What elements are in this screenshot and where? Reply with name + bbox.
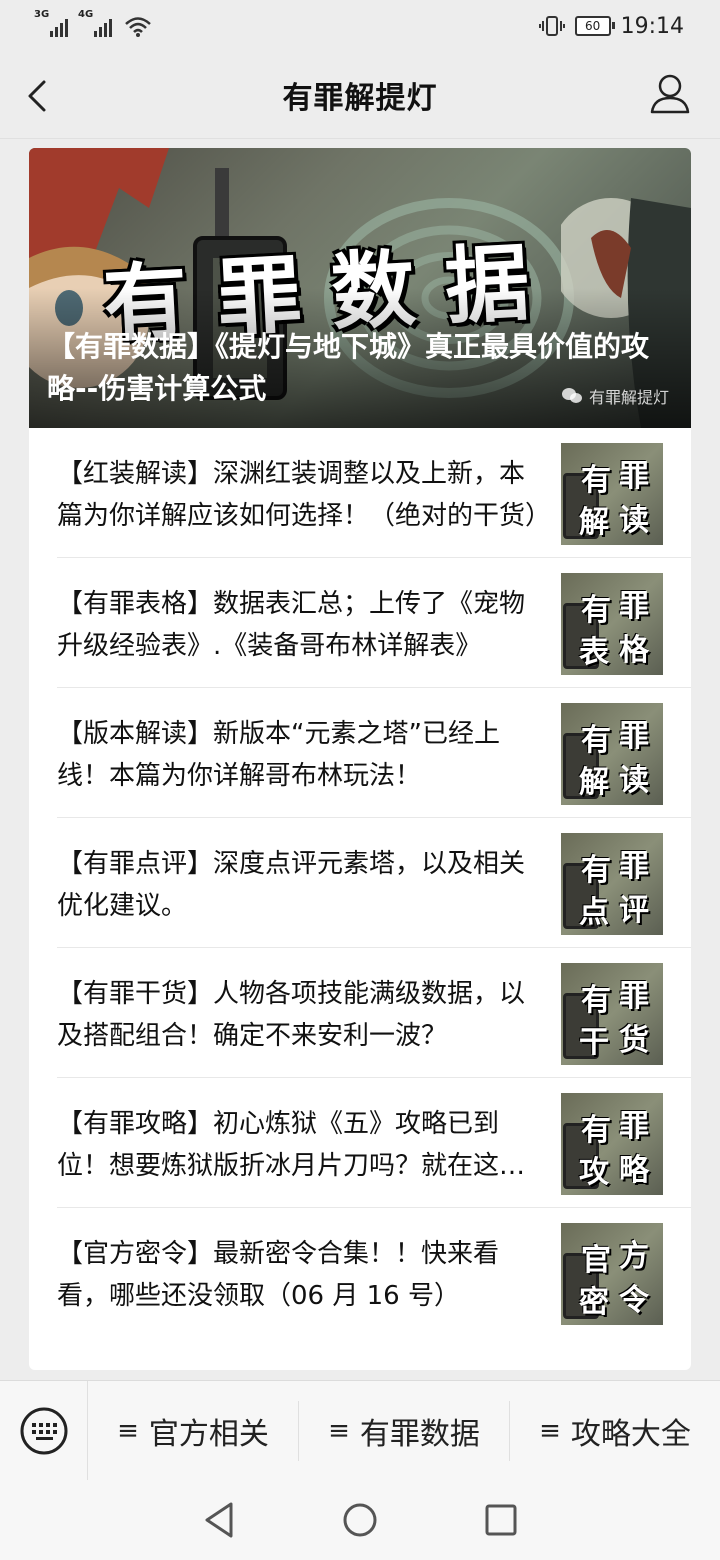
article-list: 【红装解读】深渊红装调整以及上新，本篇为你详解应该如何选择！（绝对的干货） 有 … xyxy=(29,428,691,1338)
thumb-char: 评 xyxy=(619,893,649,928)
menu-list-icon: ≡ xyxy=(117,1416,139,1446)
thumb-char: 方 xyxy=(619,1239,649,1274)
featured-article[interactable]: 有罪数据 【有罪数据】《提灯与地下城》真正最具价值的攻略--伤害计算公式 有罪解… xyxy=(29,148,691,428)
back-arrow-icon[interactable] xyxy=(22,74,62,118)
thumb-char: 有 xyxy=(581,1113,611,1148)
watermark-text: 有罪解提灯 xyxy=(588,388,669,407)
article-title: 【有罪攻略】初心炼狱《五》攻略已到位！想要炼狱版折冰月片刀吗？就在这里！ xyxy=(57,1108,500,1181)
thumb-char: 读 xyxy=(619,763,649,798)
signal-4g-icon: 4G xyxy=(78,9,112,37)
wifi-icon xyxy=(125,17,151,37)
article-item[interactable]: 【版本解读】新版本“元素之塔”已经上线！本篇为你详解哥布林玩法！ 有 罪 解 读 xyxy=(57,688,691,818)
keyboard-toggle[interactable] xyxy=(0,1381,88,1481)
thumb-char: 读 xyxy=(619,503,649,538)
thumb-char: 解 xyxy=(579,505,609,540)
bottom-menu: ≡ 官方相关 ≡ 有罪数据 ≡ 攻略大全 xyxy=(0,1380,720,1481)
article-item[interactable]: 【有罪点评】深度点评元素塔，以及相关优化建议。 有 罪 点 评 xyxy=(57,818,691,948)
menu-list-icon: ≡ xyxy=(539,1416,561,1446)
article-thumbnail: 有 罪 解 读 xyxy=(561,703,663,805)
thumb-char: 罪 xyxy=(619,589,649,624)
thumb-char: 货 xyxy=(619,1023,649,1058)
menu-list-icon: ≡ xyxy=(328,1416,350,1446)
profile-icon[interactable] xyxy=(648,72,692,116)
signal-4g-label: 4G xyxy=(78,9,94,20)
menu-official[interactable]: ≡ 官方相关 xyxy=(88,1401,299,1461)
thumb-char: 解 xyxy=(579,765,609,800)
signal-3g-icon: 3G xyxy=(34,9,68,37)
thumb-char: 罪 xyxy=(619,459,649,494)
menu-guides[interactable]: ≡ 攻略大全 xyxy=(510,1401,720,1461)
thumb-char: 点 xyxy=(579,895,609,930)
thumb-char: 密 xyxy=(579,1285,609,1320)
status-bar: 3G 4G 60 19:14 xyxy=(0,0,720,52)
signal-group: 3G 4G xyxy=(34,9,152,37)
menu-data[interactable]: ≡ 有罪数据 xyxy=(299,1401,510,1461)
menu-label: 官方相关 xyxy=(148,1417,269,1452)
thumb-char: 罪 xyxy=(619,979,649,1014)
clock: 19:14 xyxy=(620,13,684,39)
battery-icon: 60 xyxy=(574,16,615,36)
nav-back-icon[interactable] xyxy=(201,1500,237,1540)
article-card: 有罪数据 【有罪数据】《提灯与地下城》真正最具价值的攻略--伤害计算公式 有罪解… xyxy=(29,148,691,1370)
article-item[interactable]: 【有罪攻略】初心炼狱《五》攻略已到位！想要炼狱版折冰月片刀吗？就在这里！ 有 罪… xyxy=(57,1078,691,1208)
nav-home-icon[interactable] xyxy=(340,1500,380,1540)
thumb-char: 有 xyxy=(581,593,611,628)
thumb-char: 略 xyxy=(619,1153,649,1188)
article-thumbnail: 有 罪 表 格 xyxy=(561,573,663,675)
thumb-char: 有 xyxy=(581,723,611,758)
nav-header: 有罪解提灯 xyxy=(0,52,720,139)
thumb-char: 有 xyxy=(581,853,611,888)
thumb-char: 干 xyxy=(579,1025,609,1060)
system-nav-bar xyxy=(0,1480,720,1560)
nav-recents-icon[interactable] xyxy=(483,1502,519,1538)
article-item[interactable]: 【官方密令】最新密令合集！！快来看看，哪些还没领取（06 月 16 号） 官 方… xyxy=(57,1208,691,1338)
article-thumbnail: 有 罪 解 读 xyxy=(561,443,663,545)
keyboard-icon xyxy=(20,1407,67,1455)
thumb-char: 攻 xyxy=(579,1155,609,1190)
article-title: 【版本解读】新版本“元素之塔”已经上线！本篇为你详解哥布林玩法！ xyxy=(57,718,500,791)
thumb-char: 表 xyxy=(579,635,609,670)
thumb-char: 罪 xyxy=(619,719,649,754)
article-title: 【有罪表格】数据表汇总；上传了《宠物升级经验表》.《装备哥布林详解表》 xyxy=(57,588,526,661)
article-title: 【官方密令】最新密令合集！！快来看看，哪些还没领取（06 月 16 号） xyxy=(57,1239,500,1311)
wechat-icon xyxy=(561,388,582,403)
battery-level: 60 xyxy=(584,19,601,33)
article-title: 【红装解读】深渊红装调整以及上新，本篇为你详解应该如何选择！（绝对的干货） xyxy=(57,458,541,531)
thumb-char: 罪 xyxy=(619,1109,649,1144)
watermark: 有罪解提灯 xyxy=(561,384,669,408)
status-right: 60 19:14 xyxy=(538,13,684,39)
thumb-char: 罪 xyxy=(619,849,649,884)
thumb-char: 令 xyxy=(619,1283,649,1318)
article-thumbnail: 官 方 密 令 xyxy=(561,1223,663,1325)
menu-label: 有罪数据 xyxy=(359,1417,480,1452)
menu-label: 攻略大全 xyxy=(570,1417,691,1452)
article-item[interactable]: 【有罪表格】数据表汇总；上传了《宠物升级经验表》.《装备哥布林详解表》 有 罪 … xyxy=(57,558,691,688)
article-item[interactable]: 【红装解读】深渊红装调整以及上新，本篇为你详解应该如何选择！（绝对的干货） 有 … xyxy=(57,428,691,558)
thumb-char: 有 xyxy=(581,983,611,1018)
article-title: 【有罪点评】深度点评元素塔，以及相关优化建议。 xyxy=(57,848,526,921)
article-thumbnail: 有 罪 干 货 xyxy=(561,963,663,1065)
thumb-char: 有 xyxy=(581,463,611,498)
thumb-char: 官 xyxy=(581,1243,611,1278)
article-thumbnail: 有 罪 攻 略 xyxy=(561,1093,663,1195)
article-thumbnail: 有 罪 点 评 xyxy=(561,833,663,935)
article-title: 【有罪干货】人物各项技能满级数据，以及搭配组合！确定不来安利一波？ xyxy=(57,978,526,1051)
thumb-char: 格 xyxy=(619,633,649,668)
page-title: 有罪解提灯 xyxy=(282,81,438,116)
signal-3g-label: 3G xyxy=(34,9,50,20)
vibrate-icon xyxy=(538,16,565,36)
article-item[interactable]: 【有罪干货】人物各项技能满级数据，以及搭配组合！确定不来安利一波？ 有 罪 干 … xyxy=(57,948,691,1078)
